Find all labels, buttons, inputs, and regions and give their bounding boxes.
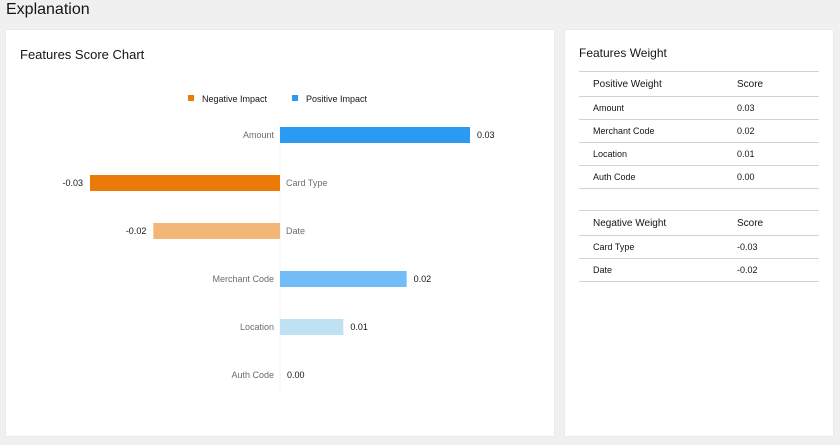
bar <box>280 127 470 143</box>
features-score-chart-card: Features Score Chart Negative Impact Posi… <box>6 30 554 436</box>
column-header-score: Score <box>737 71 819 97</box>
category-label: Amount <box>243 130 275 140</box>
bar <box>280 319 344 335</box>
table-row: Merchant Code 0.02 <box>579 119 819 143</box>
feature-name: Amount <box>579 96 737 120</box>
legend-swatch <box>188 95 194 101</box>
feature-name: Date <box>579 258 737 282</box>
category-label: Merchant Code <box>212 274 274 284</box>
feature-name: Location <box>579 142 737 166</box>
positive-weight-table: Positive Weight Score Amount 0.03 Mercha… <box>579 71 819 189</box>
bar <box>90 175 280 191</box>
table-row: Amount 0.03 <box>579 96 819 120</box>
data-label: 0.01 <box>350 322 368 332</box>
bar <box>153 223 280 239</box>
features-score-chart: Negative Impact Positive Impact Amount 0.03… <box>62 94 495 390</box>
feature-score: -0.03 <box>737 235 819 259</box>
weights-card-title: Features Weight <box>579 46 667 60</box>
data-label: -0.02 <box>126 226 147 236</box>
legend-label: Positive Impact <box>306 94 368 104</box>
page-title: Explanation <box>6 1 90 18</box>
feature-name: Card Type <box>579 235 737 259</box>
table-row: Location 0.01 <box>579 142 819 166</box>
data-label: -0.03 <box>62 178 83 188</box>
category-label: Date <box>286 226 305 236</box>
feature-name: Merchant Code <box>579 119 737 143</box>
column-header-score: Score <box>737 210 819 236</box>
feature-score: 0.01 <box>737 142 819 166</box>
legend-label: Negative Impact <box>202 94 268 104</box>
column-header-positive-weight: Positive Weight <box>579 71 737 97</box>
category-label: Card Type <box>286 178 327 188</box>
column-header-negative-weight: Negative Weight <box>579 210 737 236</box>
features-weight-card: Features Weight Positive Weight Score Am… <box>565 30 833 436</box>
table-row: Card Type -0.03 <box>579 235 819 259</box>
table-row: Date -0.02 <box>579 258 819 282</box>
negative-weight-table: Negative Weight Score Card Type -0.03 Da… <box>579 210 819 282</box>
table-header-row: Positive Weight Score <box>579 71 819 97</box>
feature-score: 0.00 <box>737 165 819 189</box>
category-label: Location <box>240 322 274 332</box>
feature-score: -0.02 <box>737 258 819 282</box>
table-header-row: Negative Weight Score <box>579 210 819 236</box>
legend-swatch <box>292 95 298 101</box>
bar <box>280 271 407 287</box>
table-row: Auth Code 0.00 <box>579 165 819 189</box>
feature-score: 0.03 <box>737 96 819 120</box>
data-label: 0.02 <box>414 274 432 284</box>
data-label: 0.03 <box>477 130 495 140</box>
feature-name: Auth Code <box>579 165 737 189</box>
category-label: Auth Code <box>231 370 274 380</box>
data-label: 0.00 <box>287 370 305 380</box>
feature-score: 0.02 <box>737 119 819 143</box>
